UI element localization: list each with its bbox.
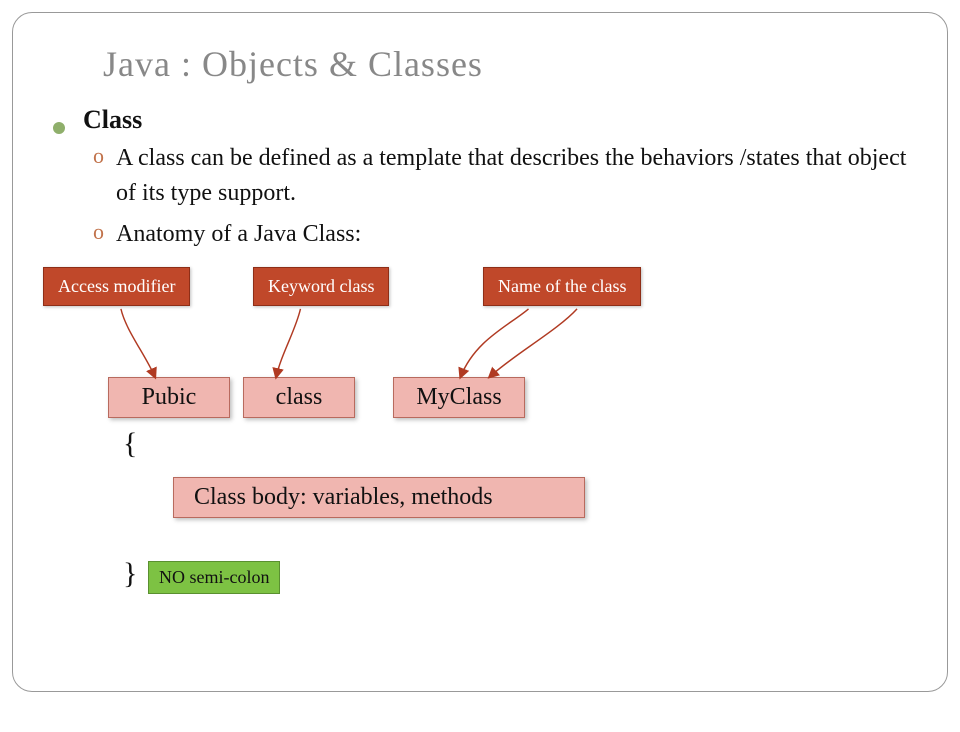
anatomy-diagram: Access modifier Keyword class Name of th… [53, 267, 907, 607]
bullet-icon [53, 122, 65, 134]
token-class: class [243, 377, 355, 418]
sub-bullet-icon: o [93, 141, 104, 172]
connector-arrows [53, 267, 907, 607]
label-access-modifier: Access modifier [43, 267, 190, 306]
bullet-item-class: Class [53, 105, 907, 135]
token-myclass: MyClass [393, 377, 525, 418]
token-class-body: Class body: variables, methods [173, 477, 585, 518]
token-public: Pubic [108, 377, 230, 418]
slide-title: Java : Objects & Classes [103, 43, 907, 85]
brace-close: } [123, 557, 137, 591]
label-keyword-class: Keyword class [253, 267, 389, 306]
sub-bullet-icon: o [93, 217, 104, 248]
sub-text-definition: A class can be defined as a template tha… [116, 141, 907, 211]
note-no-semicolon: NO semi-colon [148, 561, 280, 594]
slide-frame: Java : Objects & Classes Class o A class… [12, 12, 948, 692]
sub-item-definition: o A class can be defined as a template t… [93, 141, 907, 211]
bullet-text-class: Class [83, 105, 142, 135]
sub-text-anatomy: Anatomy of a Java Class: [116, 217, 361, 252]
brace-open: { [123, 427, 137, 461]
label-name-of-class: Name of the class [483, 267, 641, 306]
sub-item-anatomy: o Anatomy of a Java Class: [93, 217, 907, 252]
